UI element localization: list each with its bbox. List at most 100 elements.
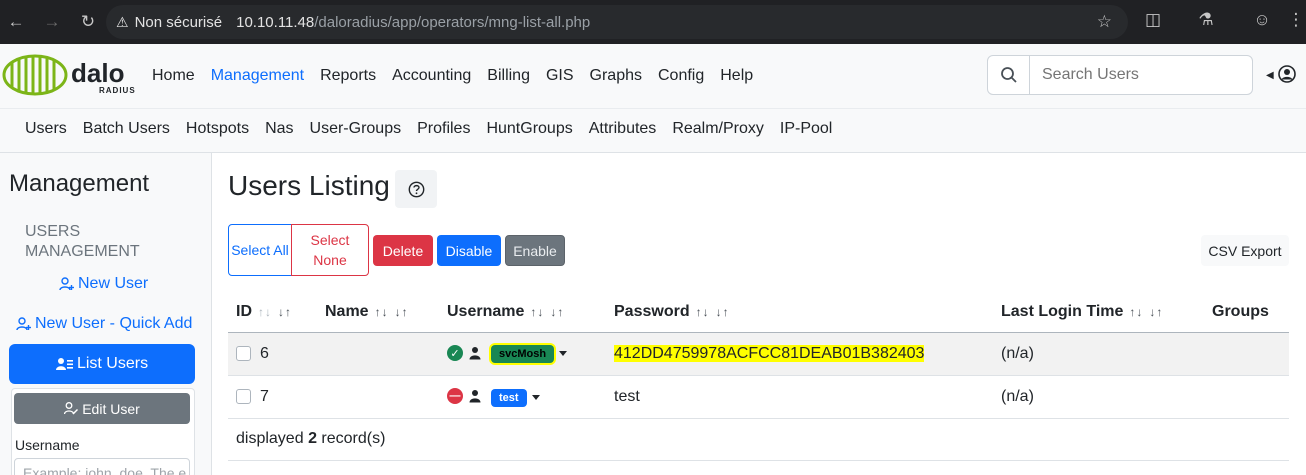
sort-desc-icon[interactable]: ↓↑ [550, 305, 564, 319]
nav-help[interactable]: Help [712, 66, 761, 86]
search-input[interactable] [1030, 56, 1240, 94]
cell-id: 7 [260, 388, 269, 405]
sort-desc-icon[interactable]: ↓↑ [1149, 305, 1163, 319]
new-user-link[interactable]: New User [59, 275, 148, 293]
page-title: Users Listing [228, 170, 390, 201]
nav-management[interactable]: Management [203, 66, 312, 86]
sort-desc-icon[interactable]: ↓↑ [716, 305, 730, 319]
username-field[interactable]: Example: john_doe, The e [14, 458, 190, 475]
question-circle-icon [408, 181, 424, 197]
subnav-ip-pool[interactable]: IP-Pool [772, 119, 840, 139]
user-plus-icon [59, 277, 74, 291]
person-icon [469, 347, 481, 360]
cell-last-login: (n/a) [1001, 345, 1034, 362]
user-edit-icon [64, 402, 79, 415]
url-path: /daloradius/app/operators/mng-list-all.p… [314, 13, 591, 31]
column-header-id[interactable]: ID ↑↓ ↓↑ [236, 303, 292, 321]
back-arrow-icon[interactable]: ← [4, 10, 28, 34]
sort-asc-icon[interactable]: ↑↓ [375, 305, 389, 319]
nav-reports[interactable]: Reports [312, 66, 384, 86]
records-summary: displayed 2 record(s) [236, 430, 385, 448]
list-users-button[interactable]: List Users [9, 344, 195, 384]
row-checkbox[interactable] [236, 389, 251, 404]
security-label: Non sécurisé [134, 13, 223, 31]
subnav-realm-proxy[interactable]: Realm/Proxy [664, 119, 772, 139]
subnav-huntgroups[interactable]: HuntGroups [478, 119, 580, 139]
warning-icon: ⚠ [116, 13, 129, 30]
search-button[interactable] [988, 56, 1030, 94]
person-icon [469, 390, 481, 403]
sidebar-title: Management [9, 170, 150, 197]
username-badge[interactable]: svcMosh [491, 345, 555, 363]
sort-asc-icon[interactable]: ↑↓ [696, 305, 710, 319]
search-users-form [987, 55, 1253, 95]
footer-divider [228, 460, 1289, 461]
menu-kebab-icon[interactable]: ⋮ [1284, 10, 1306, 30]
subnav-user-groups[interactable]: User-Groups [302, 119, 410, 139]
subnav-users[interactable]: Users [17, 119, 75, 139]
subnav-attributes[interactable]: Attributes [581, 119, 665, 139]
row-divider [228, 418, 1289, 419]
cell-id: 6 [260, 345, 269, 362]
edit-user-button[interactable]: Edit User [14, 393, 190, 424]
column-header-name[interactable]: Name ↑↓ ↓↑ [325, 303, 409, 321]
column-header-last-login[interactable]: Last Login Time ↑↓ ↓↑ [1001, 303, 1163, 321]
daloradius-logo[interactable]: dalo RADIUS [2, 54, 137, 96]
delete-button[interactable]: Delete [373, 235, 433, 266]
password-highlighted: 412DD4759978ACFCC81DEAB01B382403 [614, 345, 925, 362]
username-badge[interactable]: test [491, 389, 527, 407]
logo-text-radius: RADIUS [99, 86, 136, 95]
chevron-down-icon[interactable] [532, 395, 540, 400]
column-header-groups: Groups [1212, 303, 1269, 321]
row-checkbox[interactable] [236, 346, 251, 361]
nav-billing[interactable]: Billing [479, 66, 538, 86]
user-plus-icon [16, 317, 31, 331]
new-user-quick-add-link[interactable]: New User - Quick Add [16, 315, 192, 333]
column-header-groups-label: Groups [1212, 303, 1269, 320]
column-header-last-login-label: Last Login Time [1001, 303, 1124, 320]
subnav-profiles[interactable]: Profiles [409, 119, 478, 139]
help-button[interactable] [395, 170, 437, 208]
nav-graphs[interactable]: Graphs [582, 66, 650, 86]
chevron-down-icon[interactable] [559, 351, 567, 356]
minus-circle-icon: — [447, 388, 463, 404]
address-bar[interactable]: ⚠ Non sécurisé 10.10.11.48/daloradius/ap… [106, 5, 1128, 39]
subnav-batch-users[interactable]: Batch Users [75, 119, 178, 139]
list-users-label: List Users [76, 355, 149, 372]
sort-asc-icon[interactable]: ↑↓ [530, 305, 544, 319]
logo-text-dalo: dalo [71, 58, 124, 88]
select-all-button[interactable]: Select All [228, 224, 292, 276]
management-subnav: Users Batch Users Hotspots Nas User-Grou… [17, 119, 840, 139]
column-header-username[interactable]: Username ↑↓ ↓↑ [447, 303, 564, 321]
profile-icon[interactable]: ☺ [1250, 10, 1274, 30]
select-none-button[interactable]: Select None [291, 224, 369, 276]
csv-export-button[interactable]: CSV Export [1201, 235, 1289, 266]
subnav-hotspots[interactable]: Hotspots [178, 119, 257, 139]
sort-desc-icon[interactable]: ↓↑ [278, 305, 292, 319]
extensions-icon[interactable]: ◫ [1141, 10, 1165, 30]
bookmark-star-icon[interactable]: ☆ [1097, 12, 1112, 32]
username-label: Username [15, 437, 80, 453]
browser-toolbar: ← → ↻ ⚠ Non sécurisé 10.10.11.48/dalorad… [0, 0, 1306, 44]
reload-icon[interactable]: ↻ [76, 10, 100, 34]
column-header-name-label: Name [325, 303, 369, 320]
records-suffix: record(s) [321, 430, 386, 447]
new-user-label: New User [78, 275, 149, 292]
enable-button[interactable]: Enable [505, 235, 565, 266]
nav-home[interactable]: Home [144, 66, 203, 86]
nav-gis[interactable]: GIS [538, 66, 582, 86]
user-list-icon [55, 358, 73, 370]
subnav-nas[interactable]: Nas [257, 119, 301, 139]
column-header-password[interactable]: Password ↑↓ ↓↑ [614, 303, 730, 321]
column-header-username-label: Username [447, 303, 525, 320]
cell-last-login: (n/a) [1001, 388, 1034, 405]
disable-button[interactable]: Disable [437, 235, 501, 266]
user-menu-toggle[interactable]: ◀ [1266, 65, 1296, 83]
sort-desc-icon[interactable]: ↓↑ [395, 305, 409, 319]
nav-config[interactable]: Config [650, 66, 712, 86]
sort-asc-icon[interactable]: ↑↓ [258, 305, 272, 319]
labs-flask-icon[interactable]: ⚗ [1194, 10, 1218, 30]
sort-asc-icon[interactable]: ↑↓ [1129, 305, 1143, 319]
nav-accounting[interactable]: Accounting [384, 66, 479, 86]
forward-arrow-icon[interactable]: → [40, 10, 64, 34]
